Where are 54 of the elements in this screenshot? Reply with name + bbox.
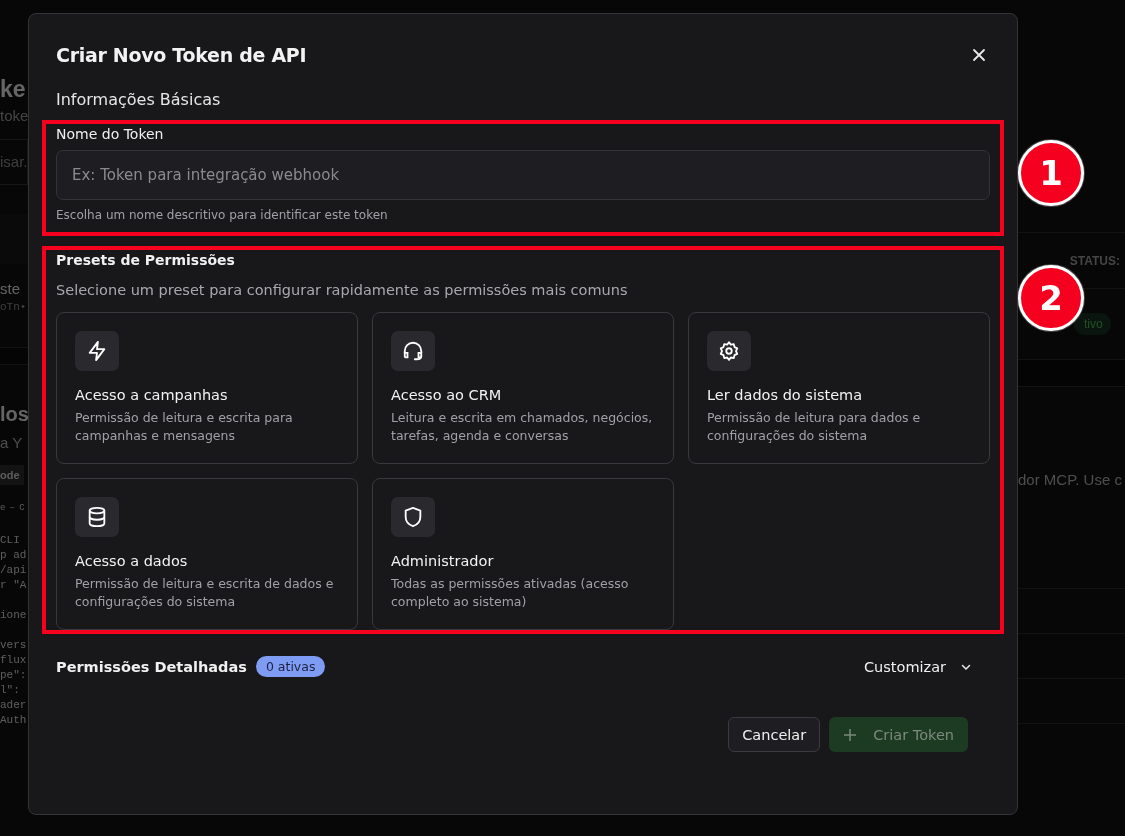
section-text: dor MCP. Use c (1018, 471, 1123, 488)
code-line: Auth (0, 714, 27, 726)
preset-description: Leitura e escrita em chamados, negócios, tarefas, agenda e conversas (391, 409, 654, 445)
shield-icon (402, 506, 424, 528)
dialog-title: Criar Novo Token de API (56, 44, 307, 66)
preset-card[interactable]: Acesso a dados Permissão de leitura e escrita de dados e configurações do sistema (56, 478, 358, 630)
status-badge: tivo (1074, 313, 1111, 335)
preset-title: Acesso a campanhas (75, 387, 229, 403)
preset-title: Acesso a dados (75, 553, 189, 569)
preset-card[interactable]: Acesso a campanhas Permissão de leitura e escrita para campanhas e mensagens (56, 312, 358, 464)
code-line: CLI (0, 534, 20, 546)
code-line: flux (0, 654, 27, 666)
section-title: los (0, 403, 28, 426)
page-title: ke (0, 76, 27, 103)
callout-badge: 2 (1018, 265, 1084, 331)
section-title: Permissões Detalhadas (56, 658, 247, 675)
code-line: l": (0, 684, 20, 696)
token-name: ste (0, 280, 21, 297)
code-line: pe": (0, 669, 27, 681)
lightning-icon (86, 340, 108, 362)
headset-icon (402, 340, 424, 362)
preset-description: Permissão de leitura para dados e configurações do sistema (707, 409, 922, 445)
plus-icon (843, 727, 858, 742)
section-text: a Y (0, 434, 24, 451)
customize-toggle[interactable]: Customizar (857, 657, 978, 676)
preset-title: Acesso ao CRM (391, 387, 503, 403)
preset-card[interactable]: Acesso ao CRM Leitura e escrita em chamados, negócios, tarefas, agenda e conversas (372, 312, 674, 464)
preset-description: Todas as permissões ativadas (acesso completo ao sistema) (391, 575, 630, 611)
input-field[interactable]: Ex: Token para integração webhook (56, 150, 990, 200)
code-line: r "A (0, 579, 27, 591)
code-line: p ad (0, 549, 27, 561)
preset-description: Permissão de leitura e escrita para campanhas e mensagens (75, 409, 294, 445)
callout-badge: 1 (1018, 140, 1084, 206)
count-badge: 0 ativas (255, 656, 326, 677)
preset-card[interactable]: Ler dados do sistema Permissão de leitura para dados e configurações do sistema (688, 312, 990, 464)
database-icon (86, 506, 108, 528)
code-line: ione (0, 609, 27, 621)
section-title: Presets de Permissões (56, 252, 236, 268)
code-line: /api (0, 564, 27, 576)
column-header: STATUS: (1069, 253, 1120, 268)
preset-title: Ler dados do sistema (707, 387, 864, 403)
preset-description: Permissão de leitura e escrita de dados e configurações do sistema (75, 575, 335, 611)
page-subtitle: toke (0, 107, 28, 124)
cancel-button[interactable]: Cancelar (728, 717, 821, 752)
field-label: Nome do Token (56, 126, 165, 142)
field-hint: Escolha um nome descritivo para identificar este token (56, 208, 389, 222)
section-description: Selecione um preset para configurar rapidamente as permissões mais comuns (56, 282, 629, 298)
gear-icon (718, 340, 740, 362)
section-title: Informações Básicas (56, 90, 222, 109)
preset-card[interactable]: Administrador Todas as permissões ativadas (acesso completo ao sistema) (372, 478, 674, 630)
code-line: ader (0, 699, 27, 711)
close-icon[interactable] (971, 47, 987, 63)
code-line: vers (0, 639, 27, 651)
preset-title: Administrador (391, 553, 495, 569)
